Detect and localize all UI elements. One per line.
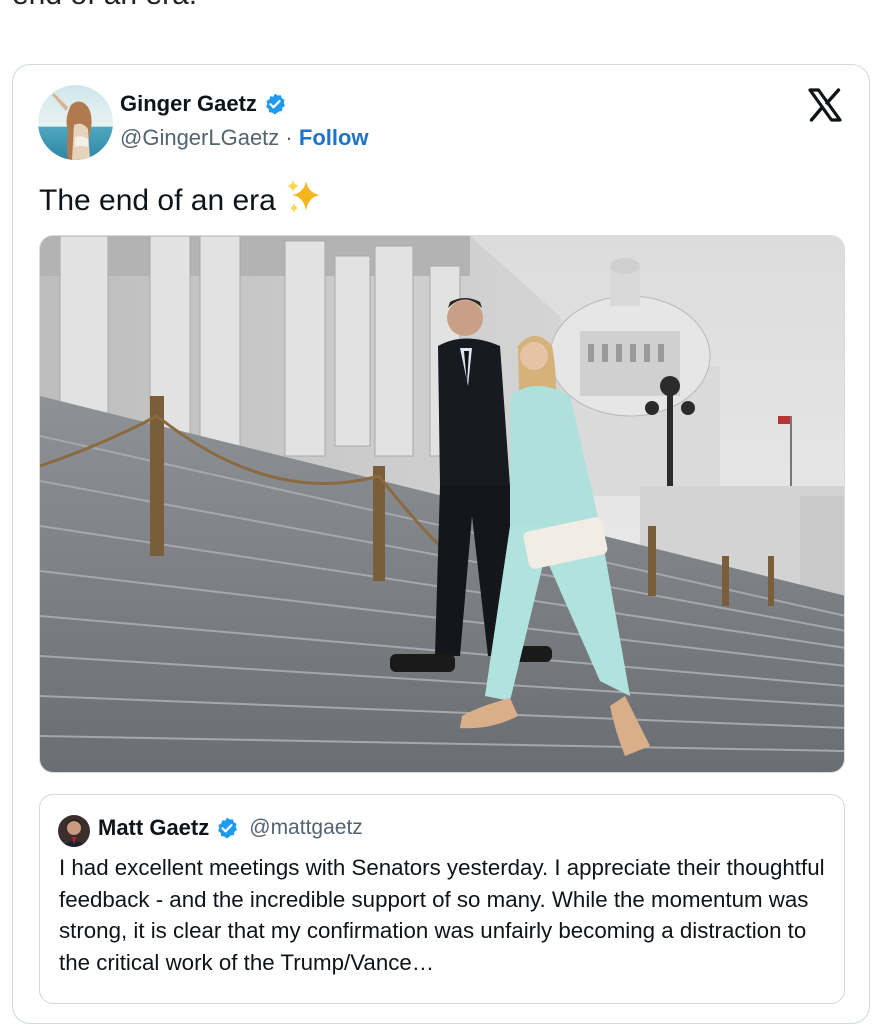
- context-text: end of an era.: [12, 0, 197, 12]
- tweet-text: The end of an era: [39, 177, 324, 225]
- quoted-author-row: Matt Gaetz @mattgaetz: [98, 815, 363, 841]
- author-handle[interactable]: @GingerLGaetz: [120, 125, 279, 150]
- follow-button[interactable]: Follow: [299, 125, 369, 150]
- quoted-tweet-card[interactable]: Matt Gaetz @mattgaetz I had excellent me…: [39, 794, 845, 1004]
- verified-badge-icon: [215, 816, 239, 840]
- tweet-body: The end of an era: [39, 184, 276, 217]
- tweet-photo[interactable]: [39, 235, 845, 773]
- embedded-tweet-card[interactable]: Ginger Gaetz @GingerLGaetz · Follow The …: [12, 64, 870, 1024]
- quoted-author-avatar[interactable]: [58, 815, 90, 847]
- author-handle-row: @GingerLGaetz · Follow: [120, 125, 369, 151]
- author-name-row: Ginger Gaetz: [120, 91, 287, 117]
- author-avatar[interactable]: [38, 85, 113, 160]
- quoted-tweet-text: I had excellent meetings with Senators y…: [59, 855, 825, 975]
- sparkles-emoji: [284, 177, 324, 225]
- separator: ·: [285, 125, 293, 150]
- verified-badge-icon: [263, 92, 287, 116]
- x-logo-icon[interactable]: [807, 87, 843, 123]
- author-name[interactable]: Ginger Gaetz: [120, 91, 257, 117]
- quoted-author-name[interactable]: Matt Gaetz: [98, 815, 209, 841]
- quoted-author-handle[interactable]: @mattgaetz: [249, 816, 363, 840]
